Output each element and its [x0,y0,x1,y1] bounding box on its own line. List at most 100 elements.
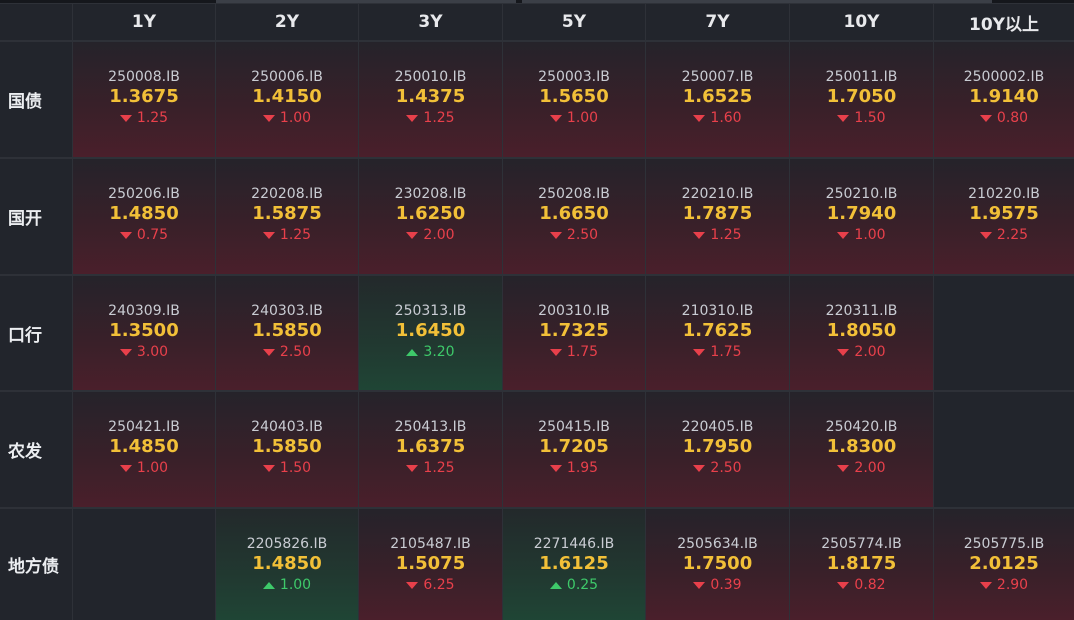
bond-cell[interactable]: 210220.IB 1.9575 2.25 [934,159,1074,274]
bond-yield: 1.7940 [826,203,897,224]
bond-code: 250010.IB [394,69,467,85]
bond-cell[interactable]: 250007.IB 1.6525 1.60 [646,42,789,157]
yield-change: 2.50 [693,458,742,478]
bond-code: 2505634.IB [677,536,758,552]
bond-code: 250421.IB [108,419,180,435]
bond-yield: 1.6125 [539,553,609,574]
yield-change: 2.90 [979,575,1028,595]
bond-cell[interactable]: 2505775.IB 2.0125 2.90 [934,509,1074,620]
yield-change-value: 1.75 [566,344,599,360]
bond-cell[interactable]: 250011.IB 1.7050 1.50 [790,42,933,157]
yield-change-value: 1.60 [710,110,742,126]
yield-change-value: 1.25 [279,227,312,243]
bond-cell[interactable]: 250206.IB 1.4850 0.75 [73,159,215,274]
bond-cell[interactable]: 250313.IB 1.6450 3.20 [359,276,502,390]
bond-cell[interactable]: 250010.IB 1.4375 1.25 [359,42,502,157]
yield-change: 0.82 [837,575,886,595]
bond-cell[interactable]: 250413.IB 1.6375 1.25 [359,392,502,507]
bond-cell[interactable]: 220311.IB 1.8050 2.00 [790,276,933,390]
bond-yield: 1.5075 [395,553,466,574]
triangle-down-icon [119,114,132,122]
bond-cell[interactable]: 250420.IB 1.8300 2.00 [790,392,933,507]
row-header[interactable]: 地方债 [0,509,72,620]
bond-cell[interactable]: 2505774.IB 1.8175 0.82 [790,509,933,620]
triangle-up-icon [406,348,419,356]
empty-cell [73,509,215,620]
bond-cell[interactable]: 230208.IB 1.6250 2.00 [359,159,502,274]
bond-yield: 1.6450 [395,320,466,341]
column-header-7y[interactable]: 7Y [646,4,789,40]
triangle-down-icon [693,348,706,356]
row-header[interactable]: 农发 [0,392,72,507]
bond-cell[interactable]: 2500002.IB 1.9140 0.80 [934,42,1074,157]
bond-yield: 1.3675 [109,86,179,107]
bond-yield: 1.4850 [109,436,179,457]
top-scroll-strip [0,0,1074,3]
yield-change-value: 0.39 [710,577,742,593]
bond-cell[interactable]: 250208.IB 1.6650 2.50 [503,159,645,274]
bond-cell[interactable]: 250008.IB 1.3675 1.25 [73,42,215,157]
bond-cell[interactable]: 2105487.IB 1.5075 6.25 [359,509,502,620]
yield-change-value: 0.75 [136,227,169,243]
bond-yield: 1.4375 [395,86,466,107]
yield-change: 2.00 [837,342,886,362]
bond-yield: 1.8050 [826,320,897,341]
yield-change: 1.25 [262,225,312,245]
bond-code: 2271446.IB [533,536,615,552]
bond-code: 250003.IB [538,69,610,85]
yield-change: 2.50 [549,225,599,245]
yield-change-value: 0.82 [854,577,886,593]
bond-cell[interactable]: 210310.IB 1.7625 1.75 [646,276,789,390]
bond-cell[interactable]: 250006.IB 1.4150 1.00 [216,42,358,157]
yield-change: 0.39 [693,575,742,595]
bond-cell[interactable]: 250210.IB 1.7940 1.00 [790,159,933,274]
bond-cell[interactable]: 220208.IB 1.5875 1.25 [216,159,358,274]
yield-change-value: 1.00 [279,577,312,593]
bond-yield: 1.9140 [969,86,1039,107]
bond-cell[interactable]: 240309.IB 1.3500 3.00 [73,276,215,390]
column-header-3y[interactable]: 3Y [359,4,502,40]
bond-yield: 1.6650 [539,203,609,224]
column-header-2y[interactable]: 2Y [216,4,358,40]
bond-cell[interactable]: 200310.IB 1.7325 1.75 [503,276,645,390]
column-header-10y[interactable]: 10Y [790,4,933,40]
bond-cell[interactable]: 240303.IB 1.5850 2.50 [216,276,358,390]
bond-cell[interactable]: 220405.IB 1.7950 2.50 [646,392,789,507]
bond-yield: 1.8300 [826,436,897,457]
triangle-down-icon [406,114,419,122]
yield-change-value: 2.50 [566,227,599,243]
triangle-down-icon [979,581,992,589]
yield-change: 1.25 [406,458,455,478]
bond-cell[interactable]: 2271446.IB 1.6125 0.25 [503,509,645,620]
row-header[interactable]: 口行 [0,276,72,390]
bond-cell[interactable]: 250415.IB 1.7205 1.95 [503,392,645,507]
yield-change: 2.25 [979,225,1028,245]
column-header-10y[interactable]: 10Y以上 [934,4,1074,40]
yield-change: 2.00 [837,458,886,478]
triangle-down-icon [119,464,132,472]
bond-yield: 1.3500 [109,320,179,341]
bond-yield: 1.4150 [252,86,322,107]
bond-cell[interactable]: 250003.IB 1.5650 1.00 [503,42,645,157]
yield-change-value: 3.00 [136,344,169,360]
triangle-down-icon [119,348,132,356]
yield-change: 1.95 [549,458,598,478]
bond-cell[interactable]: 250421.IB 1.4850 1.00 [73,392,215,507]
bond-code: 250415.IB [538,419,610,435]
column-header-5y[interactable]: 5Y [503,4,645,40]
triangle-down-icon [837,348,850,356]
bond-code: 250008.IB [108,69,180,85]
yield-change: 1.60 [693,108,742,128]
bond-code: 2105487.IB [390,536,471,552]
bond-cell[interactable]: 220210.IB 1.7875 1.25 [646,159,789,274]
triangle-up-icon [549,581,562,589]
yield-change: 1.50 [837,108,886,128]
yield-change-value: 1.50 [279,460,312,476]
row-header[interactable]: 国开 [0,159,72,274]
bond-cell[interactable]: 2505634.IB 1.7500 0.39 [646,509,789,620]
column-header-1y[interactable]: 1Y [73,4,215,40]
bond-cell[interactable]: 2205826.IB 1.4850 1.00 [216,509,358,620]
bond-cell[interactable]: 240403.IB 1.5850 1.50 [216,392,358,507]
triangle-down-icon [262,231,275,239]
row-header[interactable]: 国债 [0,42,72,157]
